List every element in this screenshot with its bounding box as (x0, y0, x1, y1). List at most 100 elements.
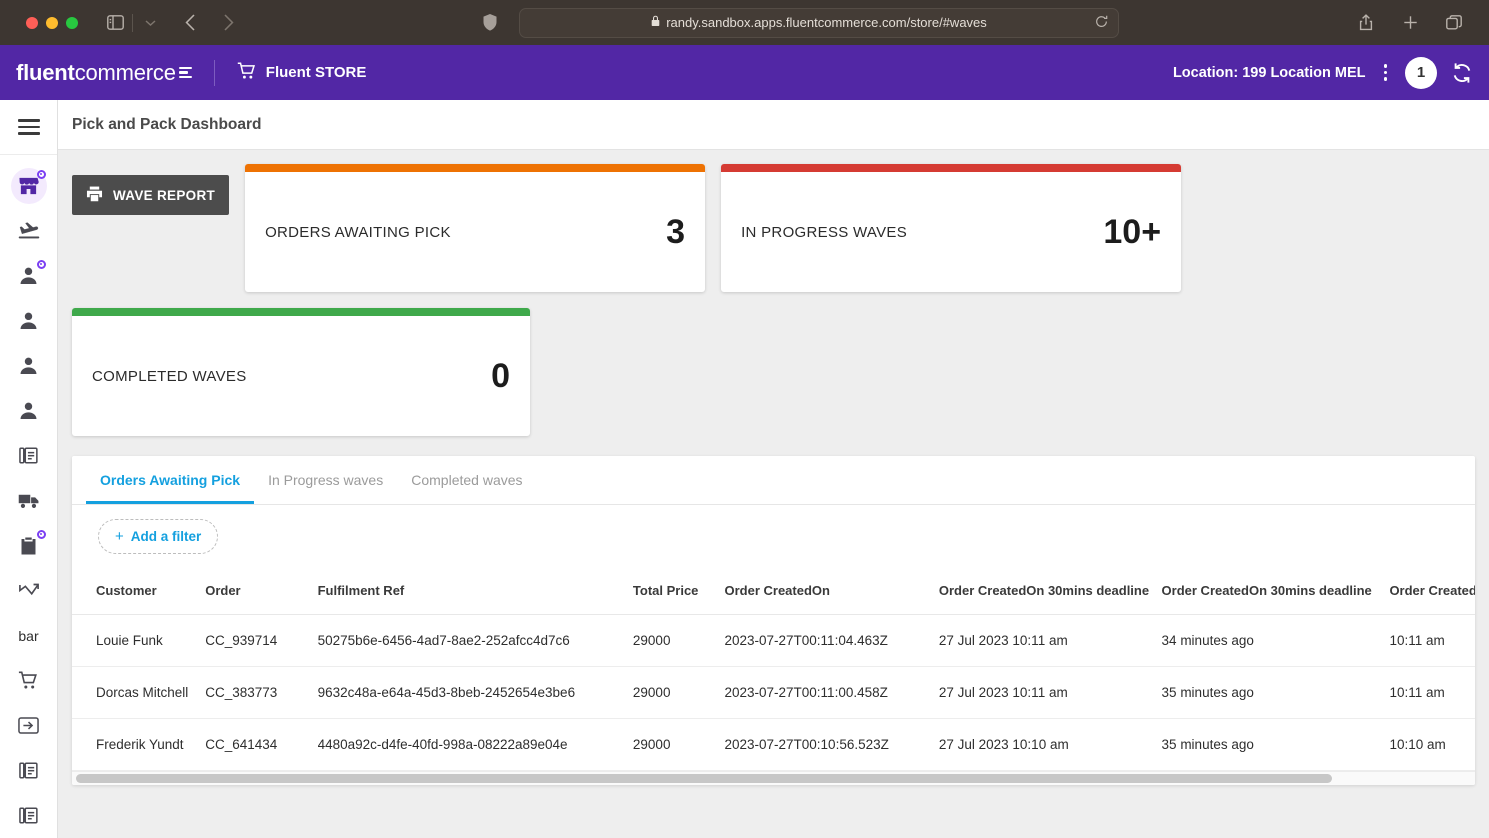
card-accent-bar (721, 164, 1181, 172)
shield-icon[interactable] (475, 8, 505, 38)
reload-icon[interactable] (1095, 15, 1108, 31)
sidebar-item-cart[interactable] (0, 658, 57, 703)
sidebar-item-user-1[interactable] (0, 298, 57, 343)
sidebar-item-user-3[interactable] (0, 388, 57, 433)
sidebar-item-documents-2[interactable] (0, 748, 57, 793)
cell-fulfilment-ref: 4480a92c-d4fe-40fd-998a-08222a89e04e (318, 719, 633, 771)
tab-in-progress-waves[interactable]: In Progress waves (254, 456, 397, 504)
column-header-order[interactable]: Order (205, 567, 317, 615)
stat-card-orders-awaiting-pick[interactable]: ORDERS AWAITING PICK 3 (245, 164, 705, 292)
cell-order: CC_939714 (205, 615, 317, 667)
app-body: bar (0, 100, 1489, 838)
address-bar[interactable]: randy.sandbox.apps.fluentcommerce.com/st… (519, 8, 1119, 38)
cell-total-price: 29000 (633, 667, 725, 719)
add-filter-button[interactable]: + Add a filter (98, 519, 218, 554)
stat-cards-row-2: COMPLETED WAVES 0 (72, 308, 1475, 436)
column-header-order-createdon[interactable]: Order CreatedOn (724, 567, 938, 615)
wave-report-button[interactable]: WAVE REPORT (72, 175, 229, 215)
sidebar-item-inbound[interactable] (0, 208, 57, 253)
table-row[interactable]: Louie Funk CC_939714 50275b6e-6456-4ad7-… (72, 615, 1475, 667)
shopping-cart-icon (11, 663, 47, 699)
back-button[interactable] (175, 8, 205, 38)
tab-orders-awaiting-pick[interactable]: Orders Awaiting Pick (86, 456, 254, 504)
browser-chrome: randy.sandbox.apps.fluentcommerce.com/st… (0, 0, 1489, 45)
table-row[interactable]: Frederik Yundt CC_641434 4480a92c-d4fe-4… (72, 719, 1475, 771)
refresh-icon[interactable] (1451, 62, 1473, 84)
sidebar-item-trend[interactable] (0, 568, 57, 613)
table-scroll-container: Customer Order Fulfilment Ref Total Pric… (72, 567, 1475, 771)
location-label: Location: 199 Location MEL (1173, 65, 1366, 81)
store-label-text: Fluent STORE (266, 64, 367, 81)
cell-deadline-abs: 27 Jul 2023 10:10 am (939, 719, 1162, 771)
sidebar-item-documents-1[interactable] (0, 433, 57, 478)
fluent-commerce-logo[interactable]: fluentcommerce (16, 60, 192, 86)
cell-created-time: 10:11 am (1389, 667, 1475, 719)
close-window-button[interactable] (26, 17, 38, 29)
more-vertical-icon[interactable] (1380, 60, 1392, 85)
printer-icon (86, 186, 103, 205)
app-header: fluentcommerce Fluent STORE Location: 19… (0, 45, 1489, 100)
share-icon[interactable] (1351, 8, 1381, 38)
column-header-total-price[interactable]: Total Price (633, 567, 725, 615)
sidebar-item-bar-label[interactable]: bar (18, 613, 38, 658)
column-header-customer[interactable]: Customer (72, 567, 205, 615)
browser-actions (1351, 8, 1469, 38)
plus-icon[interactable] (1395, 8, 1425, 38)
column-header-fulfilment-ref[interactable]: Fulfilment Ref (318, 567, 633, 615)
trend-arrow-icon (11, 573, 47, 609)
cell-customer: Dorcas Mitchell (72, 667, 205, 719)
stat-card-value: 3 (666, 213, 685, 252)
store-nav-item[interactable]: Fluent STORE (237, 62, 367, 84)
window-traffic-lights[interactable] (26, 17, 78, 29)
cell-created-on: 2023-07-27T00:10:56.523Z (724, 719, 938, 771)
sidebar-item-exceptions[interactable] (0, 523, 57, 568)
sidebar-item-signin[interactable] (0, 703, 57, 748)
table-header-row: Customer Order Fulfilment Ref Total Pric… (72, 567, 1475, 615)
logo-light-text: commerce (75, 60, 176, 86)
column-header-deadline-rel[interactable]: Order CreatedOn 30mins deadline (1162, 567, 1390, 615)
sidebar-item-store[interactable] (0, 163, 57, 208)
main-content: Pick and Pack Dashboard WAVE REPORT ORDE… (58, 100, 1489, 838)
sidebar-items: bar (0, 155, 57, 838)
documents-icon (11, 798, 47, 834)
column-header-createdon-date[interactable]: Order CreatedOn date (1389, 567, 1475, 615)
stat-card-completed-waves[interactable]: COMPLETED WAVES 0 (72, 308, 530, 436)
lock-icon (651, 15, 660, 30)
chevron-down-icon[interactable] (135, 8, 165, 38)
page-title: Pick and Pack Dashboard (72, 116, 262, 134)
shopping-cart-icon (237, 62, 256, 84)
person-icon (11, 393, 47, 429)
minimize-window-button[interactable] (46, 17, 58, 29)
sidebar-item-user-2[interactable] (0, 343, 57, 388)
stat-card-label: ORDERS AWAITING PICK (265, 224, 451, 241)
forward-button[interactable] (213, 8, 243, 38)
scrollbar-thumb[interactable] (76, 774, 1332, 783)
maximize-window-button[interactable] (66, 17, 78, 29)
sidebar-item-documents-3[interactable] (0, 793, 57, 838)
page-title-bar: Pick and Pack Dashboard (58, 100, 1489, 150)
cell-deadline-abs: 27 Jul 2023 10:11 am (939, 615, 1162, 667)
horizontal-scrollbar[interactable] (72, 771, 1475, 785)
table-row[interactable]: Dorcas Mitchell CC_383773 9632c48a-e64a-… (72, 667, 1475, 719)
person-icon (11, 348, 47, 384)
plus-icon: + (115, 528, 124, 545)
sidebar-toggle-icon[interactable] (100, 8, 130, 38)
tab-completed-waves[interactable]: Completed waves (397, 456, 536, 504)
sidebar-item-user-badge[interactable] (0, 253, 57, 298)
status-badge[interactable]: 1 (1405, 57, 1437, 89)
sidebar-item-delivery[interactable] (0, 478, 57, 523)
clipboard-alert-icon (11, 528, 47, 564)
tabs-overview-icon[interactable] (1439, 8, 1469, 38)
sidebar-menu-toggle[interactable] (0, 100, 57, 155)
url-text: randy.sandbox.apps.fluentcommerce.com/st… (666, 15, 987, 30)
cell-order: CC_641434 (205, 719, 317, 771)
notification-dot (37, 260, 46, 269)
person-badge-icon (11, 258, 47, 294)
cell-created-on: 2023-07-27T00:11:04.463Z (724, 615, 938, 667)
panel-tabs: Orders Awaiting Pick In Progress waves C… (72, 456, 1475, 505)
stat-card-in-progress-waves[interactable]: IN PROGRESS WAVES 10+ (721, 164, 1181, 292)
column-header-deadline-abs[interactable]: Order CreatedOn 30mins deadline (939, 567, 1162, 615)
filter-bar: + Add a filter (72, 505, 1475, 567)
truck-icon (11, 483, 47, 519)
header-right-group: Location: 199 Location MEL 1 (1173, 57, 1473, 89)
